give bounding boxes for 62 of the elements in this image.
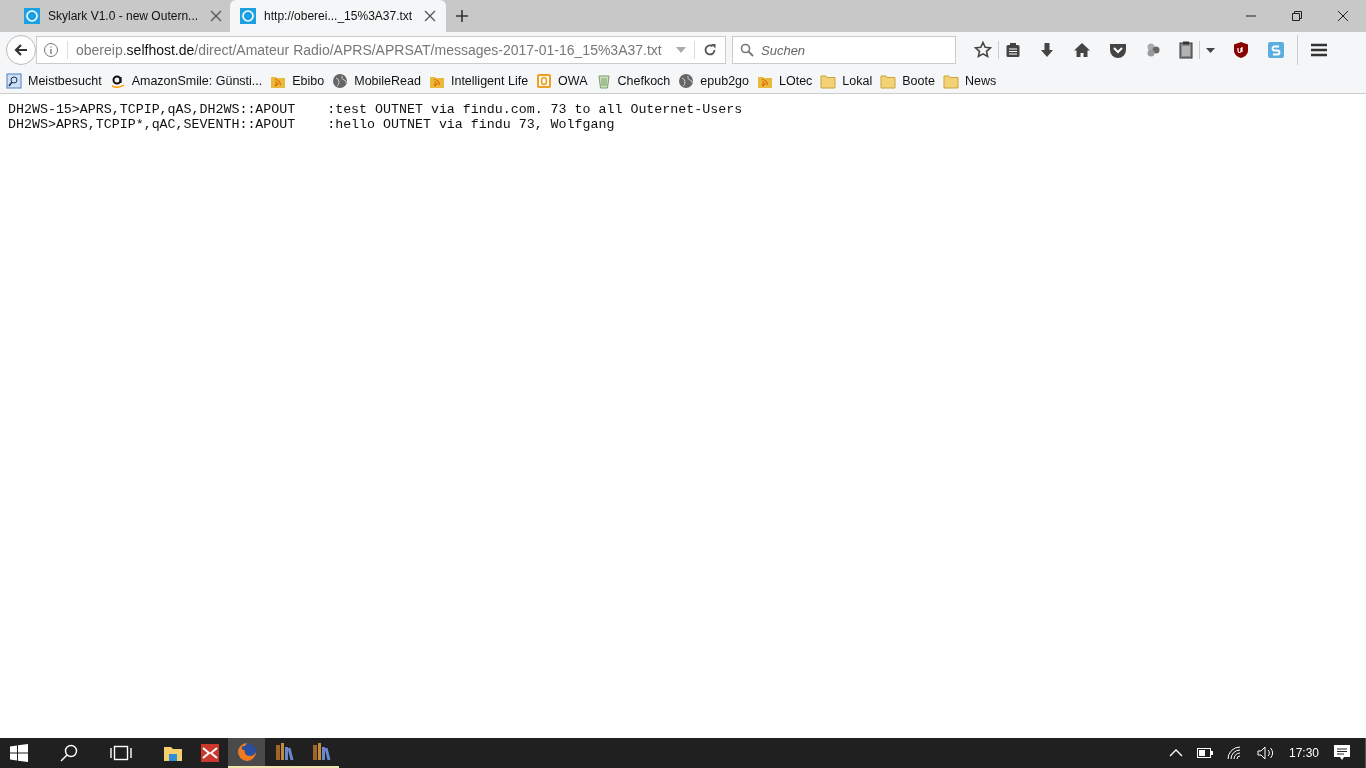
circle-icon <box>240 8 257 24</box>
back-arrow-icon <box>13 42 29 58</box>
star-icon[interactable] <box>974 41 992 59</box>
bookmark-item[interactable]: MobileRead <box>332 72 421 89</box>
magnifier-page-icon <box>6 72 22 89</box>
globe-icon <box>332 72 349 89</box>
browser-tab[interactable]: Skylark V1.0 - new Outern... <box>16 0 231 32</box>
bookmark-item[interactable]: News <box>942 72 997 89</box>
bookmark-item[interactable]: LOtec <box>757 72 813 89</box>
pocket-icon[interactable] <box>1109 42 1127 58</box>
notification-icon[interactable] <box>1333 744 1351 762</box>
bookmark-item[interactable]: Boote <box>880 72 935 89</box>
address-bar[interactable]: obereip.selfhost.de/direct/Amateur Radio/APRS/APRSAT/messages-2017-01-16_15%3A37.txt <box>36 36 726 64</box>
folder-icon <box>820 72 837 89</box>
bookmark-item[interactable]: Meistbesucht <box>6 72 102 89</box>
bin-icon <box>595 72 612 89</box>
url-text: obereip.selfhost.de/direct/Amateur Radio/APRS/APRSAT/messages-2017-01-16_15%3A37.txt <box>76 42 663 58</box>
bookmark-item[interactable]: AmazonSmile: Günsti... <box>109 72 263 89</box>
search-icon[interactable] <box>60 744 78 762</box>
folder-icon <box>880 72 897 89</box>
globe-icon <box>678 72 695 89</box>
document-icon[interactable] <box>1179 41 1193 59</box>
globe-fox-icon <box>235 741 258 763</box>
text-line: DH2WS-15>APRS,TCPIP,qAS,DH2WS::APOUT :test OUTNET via findu.com. 73 to all Outernet-Users <box>8 102 744 117</box>
folder-icon <box>942 72 959 89</box>
close-tab-button[interactable] <box>424 10 437 22</box>
letter-o-icon <box>536 72 553 89</box>
shield-icon[interactable] <box>1233 41 1249 59</box>
caret-icon[interactable] <box>1206 47 1215 53</box>
task-view-icon[interactable] <box>110 745 132 761</box>
bookmark-item[interactable]: Ebibo <box>270 72 325 89</box>
menu-icon[interactable] <box>1310 42 1328 58</box>
back-button[interactable] <box>6 35 36 65</box>
reload-icon[interactable] <box>703 43 717 57</box>
browser-tab[interactable]: http://oberei..._15%3A37.txt <box>230 0 447 32</box>
taskbar-app-button[interactable] <box>228 738 265 768</box>
bookmark-item[interactable]: Chefkoch <box>595 72 671 89</box>
restore-icon <box>1291 10 1303 22</box>
download-icon[interactable] <box>1039 42 1055 58</box>
spheres-icon[interactable] <box>1145 42 1161 58</box>
windows-start-icon[interactable] <box>10 744 28 762</box>
speaker-icon[interactable] <box>1256 746 1275 760</box>
bookmark-item[interactable]: epub2go <box>678 72 749 89</box>
close-icon <box>1337 10 1349 22</box>
x-tile-icon <box>198 742 221 764</box>
info-icon[interactable] <box>43 42 59 58</box>
clipboard-icon[interactable] <box>1005 42 1021 58</box>
close-icon <box>424 10 437 22</box>
clock-time[interactable]: 17:30 <box>1288 746 1319 760</box>
search-field[interactable]: Suchen <box>732 36 956 64</box>
bookmark-item[interactable]: Lokal <box>820 72 873 89</box>
home-icon[interactable] <box>1073 42 1091 58</box>
bookmark-item[interactable]: OWA <box>536 72 588 89</box>
close-tab-button[interactable] <box>210 10 223 22</box>
text-line: DH2WS>APRS,TCPIP*,qAC,SEVENTH::APOUT :hello OUTNET via findu 73, Wolfgang <box>8 117 616 132</box>
bookmark-item[interactable]: Intelligent Life <box>428 72 529 89</box>
close-icon <box>210 10 223 22</box>
wifi-icon[interactable] <box>1226 746 1243 760</box>
plus-icon <box>455 9 470 23</box>
chevron-up-icon[interactable] <box>1168 749 1183 757</box>
battery-icon[interactable] <box>1196 748 1213 758</box>
circle-icon <box>24 8 40 24</box>
